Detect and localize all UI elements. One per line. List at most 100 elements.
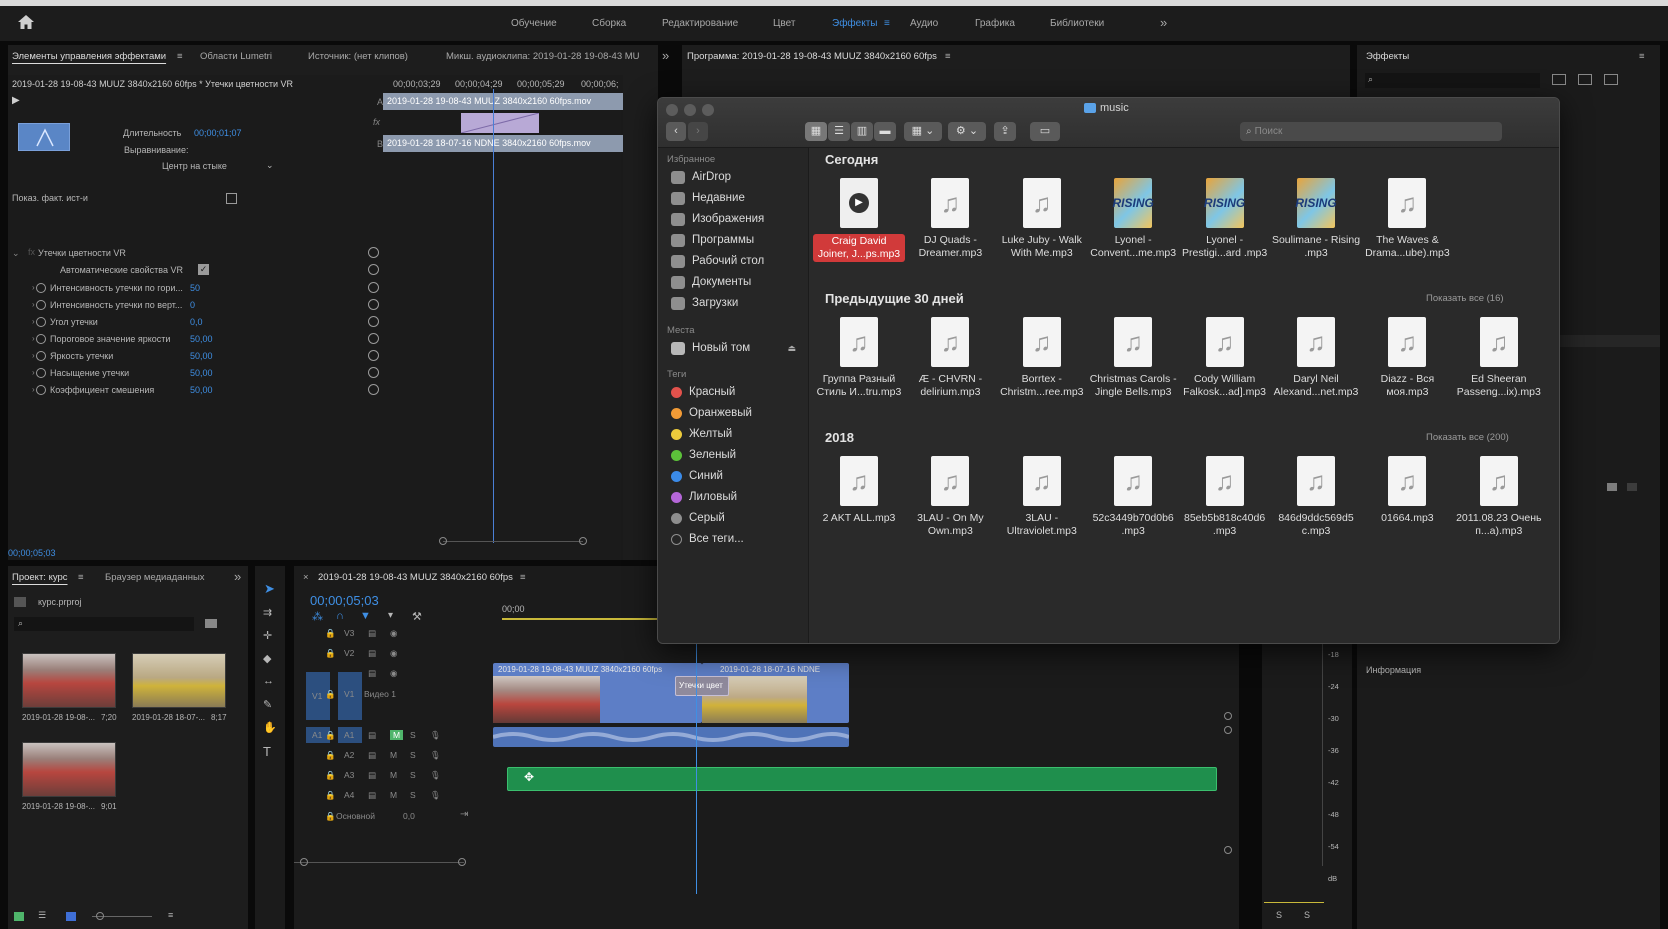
file-item[interactable]: ♫ 01664.mp3 bbox=[1361, 456, 1453, 525]
pen-tool-icon[interactable]: ✎ bbox=[263, 698, 272, 711]
file-item[interactable]: ♫ Daryl Neil Alexand...net.mp3 bbox=[1270, 317, 1362, 399]
solo-left-button[interactable]: S bbox=[1276, 910, 1282, 920]
zoom-window-button[interactable] bbox=[702, 104, 714, 116]
tag-icon[interactable]: ▭ bbox=[1030, 122, 1060, 141]
solo-button[interactable]: S bbox=[410, 750, 416, 760]
file-item[interactable]: ♫ Группа Разный Стиль И...tru.mp3 bbox=[813, 317, 905, 399]
voice-record-icon[interactable]: 🎙 bbox=[430, 730, 441, 741]
effect-param-row[interactable]: › Насыщение утечки 50,00 bbox=[8, 367, 408, 385]
mute-button[interactable]: M bbox=[390, 730, 404, 740]
selection-tool-icon[interactable]: ➤ bbox=[264, 581, 275, 597]
file-item[interactable]: ♫ Diazz - Вся моя.mp3 bbox=[1361, 317, 1453, 399]
effect-param-row[interactable]: › Яркость утечки 50,00 bbox=[8, 350, 408, 368]
effect-param-row[interactable]: › Угол утечки 0,0 bbox=[8, 316, 408, 334]
slip-tool-icon[interactable]: ↔ bbox=[263, 675, 274, 687]
tab-source[interactable]: Источник: (нет клипов) bbox=[308, 51, 408, 62]
file-item[interactable]: ♫ Luke Juby - Walk With Me.mp3 bbox=[996, 178, 1088, 260]
align-dropdown[interactable]: Центр на стыке ⌄ bbox=[150, 159, 280, 175]
effect-param-row[interactable]: › Интенсивность утечки по гори... 50 bbox=[8, 282, 408, 300]
effect-reset-icon[interactable] bbox=[368, 247, 379, 258]
voice-record-icon[interactable]: 🎙 bbox=[430, 790, 441, 801]
project-thumb-2[interactable] bbox=[132, 653, 226, 708]
timeline-zoom-right[interactable] bbox=[458, 858, 466, 866]
expand-param-icon[interactable]: › bbox=[32, 317, 35, 326]
timeline-zoom-left[interactable] bbox=[300, 858, 308, 866]
effect-param-row[interactable]: › Коэффициент смешения 50,00 bbox=[8, 384, 408, 402]
v1-sync-icon[interactable]: ▤ bbox=[368, 668, 376, 679]
v3-eye-icon[interactable]: ◉ bbox=[390, 628, 397, 639]
sidebar-tag[interactable]: Синий bbox=[671, 466, 723, 486]
effects-search-input[interactable] bbox=[1365, 73, 1540, 88]
param-reset-icon[interactable] bbox=[368, 282, 379, 293]
solo-button[interactable]: S bbox=[410, 730, 416, 740]
music-drop-clip[interactable] bbox=[507, 767, 1217, 791]
param-value[interactable]: 50 bbox=[190, 283, 200, 293]
show-all-link[interactable]: Показать все (16) bbox=[1426, 293, 1504, 304]
finder-search-field[interactable]: ⌕ Поиск bbox=[1240, 122, 1502, 141]
share-icon[interactable]: ⇪ bbox=[994, 122, 1016, 141]
lock-icon[interactable] bbox=[14, 912, 24, 921]
more-workspaces-icon[interactable]: » bbox=[1160, 15, 1167, 30]
preset-bin-icon[interactable] bbox=[1578, 74, 1592, 85]
param-reset-icon[interactable] bbox=[368, 333, 379, 344]
razor-tool-icon[interactable]: ◆ bbox=[263, 652, 271, 665]
param-value[interactable]: 50,00 bbox=[190, 385, 213, 395]
audio-sync-icon[interactable]: ▤ bbox=[368, 730, 376, 741]
auto-vr-checkbox[interactable]: ✓ bbox=[198, 264, 209, 275]
workspace-tab-editing[interactable]: Редактирование bbox=[662, 18, 738, 29]
workspace-tab-assembly[interactable]: Сборка bbox=[592, 18, 626, 29]
sidebar-tag[interactable]: Зеленый bbox=[671, 445, 736, 465]
tab-project[interactable]: Проект: курс bbox=[12, 572, 68, 583]
track-select-tool-icon[interactable]: ⇉ bbox=[263, 606, 272, 619]
solo-button[interactable]: S bbox=[410, 770, 416, 780]
param-reset-icon[interactable] bbox=[368, 299, 379, 310]
minimize-window-button[interactable] bbox=[684, 104, 696, 116]
file-item[interactable]: ♫ 2011.08.23 Очень п...а).mp3 bbox=[1453, 456, 1545, 538]
audio-lock-icon[interactable]: 🔒 bbox=[325, 730, 336, 741]
mute-button[interactable]: M bbox=[390, 770, 397, 780]
sidebar-item-volume[interactable]: Новый том ⏏ bbox=[671, 338, 796, 358]
audio-lock-icon[interactable]: 🔒 bbox=[325, 770, 336, 781]
v1-lock-icon[interactable]: 🔒 bbox=[325, 689, 336, 700]
v3-sync-icon[interactable]: ▤ bbox=[368, 628, 376, 639]
param-reset-icon[interactable] bbox=[368, 384, 379, 395]
play-icon[interactable]: ▶ bbox=[12, 95, 20, 106]
project-menu-icon[interactable]: ≡ bbox=[78, 572, 84, 583]
list-view-button[interactable]: ☰ bbox=[828, 122, 850, 141]
effect-collapse-icon[interactable]: ⌄ bbox=[12, 248, 20, 259]
workspace-menu-icon[interactable]: ≡ bbox=[884, 18, 890, 29]
v2-eye-icon[interactable]: ◉ bbox=[390, 648, 397, 659]
hand-tool-icon[interactable]: ✋ bbox=[263, 721, 277, 734]
file-item[interactable]: ♫ Christmas Carols - Jingle Bells.mp3 bbox=[1087, 317, 1179, 399]
ec-zoom-handle-left[interactable] bbox=[439, 537, 447, 545]
v2-sync-icon[interactable]: ▤ bbox=[368, 648, 376, 659]
group-button[interactable]: ▦ ⌄ bbox=[904, 122, 942, 141]
audio-sync-icon[interactable]: ▤ bbox=[368, 770, 376, 781]
effect-param-row[interactable]: › Интенсивность утечки по верт... 0 bbox=[8, 299, 408, 317]
sequence-tab[interactable]: 2019-01-28 19-08-43 MUUZ 3840x2160 60fps bbox=[318, 572, 513, 583]
wrench-icon[interactable]: ⚒ bbox=[412, 610, 422, 623]
param-value[interactable]: 50,00 bbox=[190, 351, 213, 361]
sidebar-tag[interactable]: Лиловый bbox=[671, 487, 737, 507]
transition-clip[interactable]: Утечки цвет bbox=[675, 676, 729, 696]
param-reset-icon[interactable] bbox=[368, 350, 379, 361]
more-panels-icon[interactable]: » bbox=[662, 48, 669, 63]
workspace-tab-learning[interactable]: Обучение bbox=[511, 18, 557, 29]
v3-lock-icon[interactable]: 🔒 bbox=[325, 628, 336, 639]
workspace-tab-color[interactable]: Цвет bbox=[773, 18, 795, 29]
ec-zoom-bar[interactable] bbox=[443, 541, 583, 542]
tab-effect-controls-menu-icon[interactable]: ≡ bbox=[177, 51, 183, 62]
sidebar-item-favorite[interactable]: Недавние bbox=[671, 188, 745, 208]
back-button[interactable]: ‹ bbox=[666, 122, 686, 141]
more-project-icon[interactable]: » bbox=[234, 569, 241, 584]
project-thumb-3[interactable] bbox=[22, 742, 116, 797]
video-clip-1[interactable]: 2019-01-28 19-08-43 MUUZ 3840x2160 60fps bbox=[493, 663, 702, 723]
file-item[interactable]: ♫ Æ - CHVRN - delirium.mp3 bbox=[904, 317, 996, 399]
list-view-icon[interactable]: ☰ bbox=[38, 910, 46, 921]
file-item[interactable]: RISING Lyonel - Convent...me.mp3 bbox=[1087, 178, 1179, 260]
sidebar-item-favorite[interactable]: Рабочий стол bbox=[671, 251, 764, 271]
mute-button[interactable]: M bbox=[390, 750, 397, 760]
go-to-end-icon[interactable]: ⇥ bbox=[460, 809, 468, 820]
audio-clip-a1[interactable] bbox=[492, 727, 850, 747]
file-item[interactable]: ♫ DJ Quads - Dreamer.mp3 bbox=[904, 178, 996, 260]
